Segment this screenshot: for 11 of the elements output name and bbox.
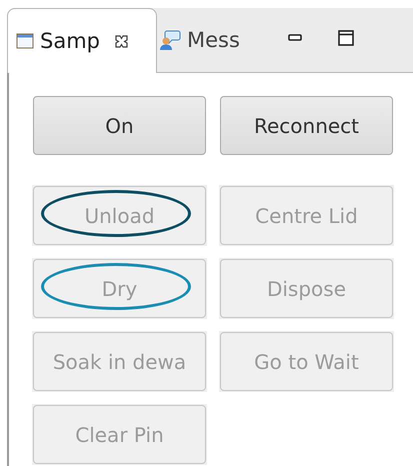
minimize-icon[interactable] xyxy=(288,34,302,42)
window-icon xyxy=(16,33,34,49)
action-button[interactable]: On xyxy=(33,96,206,155)
tab[interactable]: Samp xyxy=(7,8,157,73)
person-chat-icon xyxy=(159,29,181,51)
action-button[interactable]: Reconnect xyxy=(220,96,393,155)
tab-label: Mess xyxy=(187,28,240,52)
tab[interactable]: Mess xyxy=(157,8,248,72)
tab-label: Samp xyxy=(40,29,100,53)
maximize-icon[interactable] xyxy=(338,30,354,46)
close-icon[interactable] xyxy=(114,34,129,48)
